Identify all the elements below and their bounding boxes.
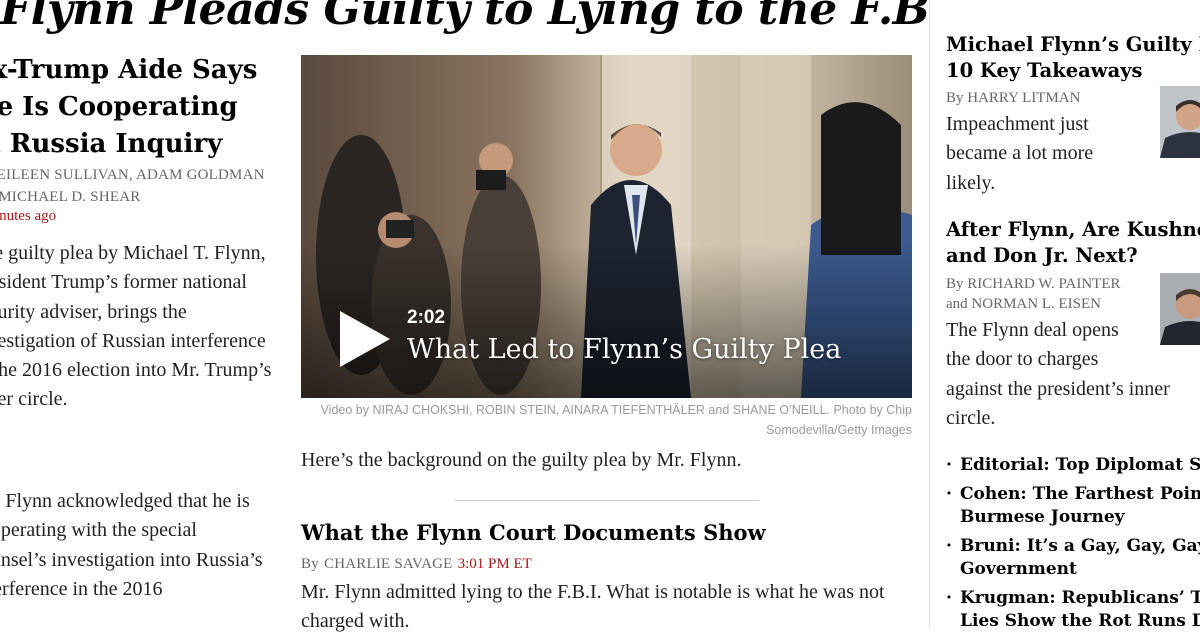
opinion-1-summary-line-3: likely. bbox=[946, 171, 996, 194]
video-title[interactable]: What Led to Flynn’s Guilty Plea bbox=[407, 334, 841, 365]
opinion-1-title-line-2: 10 Key Takeaways bbox=[946, 59, 1143, 82]
author-photo-painter[interactable] bbox=[1160, 273, 1200, 345]
subarticle-timestamp: 3:01 PM ET bbox=[457, 556, 532, 572]
opinion-1-title-line-1: Michael Flynn’s Guilty Plea: bbox=[946, 33, 1200, 56]
list-item[interactable]: · Krugman: Republicans’ Tax Lies Show th… bbox=[946, 587, 1200, 628]
lead-article-paragraph-2: Mr. Flynn acknowledged that he is cooper… bbox=[0, 490, 263, 600]
opinion-2-byline: By RICHARD W. PAINTER and NORMAN L. EISE… bbox=[946, 274, 1121, 314]
video-summary: Here’s the background on the guilty plea… bbox=[301, 449, 742, 471]
opinion-2-title[interactable]: After Flynn, Are Kushner and Don Jr. Nex… bbox=[946, 217, 1200, 269]
list-item-line-2: Lies Show the Rot Runs Deep bbox=[960, 611, 1200, 628]
list-item[interactable]: · Cohen: The Farthest Point of a Burmese… bbox=[946, 483, 1200, 529]
opinion-2-author-1: RICHARD W. PAINTER bbox=[967, 276, 1121, 292]
lead-article-timestamp: 7 minutes ago bbox=[0, 208, 57, 224]
byline-and: and bbox=[946, 296, 968, 312]
author-photo-litman[interactable] bbox=[1160, 86, 1200, 158]
opinion-2-summary-line-1: The Flynn deal opens bbox=[946, 319, 1119, 341]
opinion-1-summary-line-1: Impeachment just bbox=[946, 113, 1089, 135]
byline-authors-2: MICHAEL D. SHEAR bbox=[0, 189, 141, 205]
list-item[interactable]: · Bruni: It’s a Gay, Gay, Gay Government bbox=[946, 535, 1200, 581]
lead-article-title[interactable]: Ex-Trump Aide Says He Is Cooperating in … bbox=[0, 52, 272, 163]
opinion-column: Michael Flynn’s Guilty Plea: 10 Key Take… bbox=[946, 0, 1200, 628]
opinion-1-summary: Impeachment just became a lot more likel… bbox=[946, 110, 1093, 198]
main-headline[interactable]: Flynn Pleads Guilty to Lying to the F.B.… bbox=[0, 0, 930, 35]
opinion-2-summary-line-4: circle. bbox=[946, 406, 996, 429]
byline-prefix: By bbox=[946, 276, 964, 292]
column-divider bbox=[929, 0, 930, 628]
list-item-line-1: Bruni: It’s a Gay, Gay, Gay bbox=[960, 536, 1200, 556]
bullet-icon: · bbox=[946, 455, 952, 475]
lead-article: Ex-Trump Aide Says He Is Cooperating in … bbox=[0, 52, 272, 628]
list-item-line-2: Government bbox=[960, 559, 1077, 579]
opinion-1-summary-line-2: became a lot more bbox=[946, 142, 1094, 165]
opinion-2-summary-line-3: against the president’s inner bbox=[946, 377, 1170, 400]
lead-article-paragraph-1: The guilty plea by Michael T. Flynn, Pre… bbox=[0, 242, 272, 411]
opinion-2-summary-line-2: the door to charges bbox=[946, 348, 1099, 371]
bullet-icon: · bbox=[946, 536, 952, 556]
opinion-2-title-line-2: and Don Jr. Next? bbox=[946, 244, 1138, 267]
subarticle-summary: Mr. Flynn admitted lying to the F.B.I. W… bbox=[301, 581, 885, 632]
opinion-2-title-line-1: After Flynn, Are Kushner bbox=[946, 218, 1200, 241]
list-item-line-1: Krugman: Republicans’ Tax bbox=[960, 588, 1200, 608]
bullet-icon: · bbox=[946, 588, 952, 608]
opinion-list: · Editorial: Top Diplomat Sounds · Cohen… bbox=[946, 454, 1200, 628]
bullet-icon: · bbox=[946, 484, 952, 504]
list-item-line-2: Burmese Journey bbox=[960, 507, 1125, 527]
section-divider bbox=[455, 500, 759, 501]
list-item[interactable]: · Editorial: Top Diplomat Sounds bbox=[946, 454, 1200, 477]
opinion-1-title[interactable]: Michael Flynn’s Guilty Plea: 10 Key Take… bbox=[946, 32, 1200, 84]
byline-prefix: By bbox=[946, 90, 964, 106]
lead-article-byline: By EILEEN SULLIVAN, ADAM GOLDMAN and MIC… bbox=[0, 164, 272, 225]
byline-authors-1: By EILEEN SULLIVAN, ADAM GOLDMAN bbox=[0, 167, 265, 183]
list-item-line-1: Cohen: The Farthest Point of a bbox=[960, 484, 1200, 504]
opinion-1-byline: By HARRY LITMAN bbox=[946, 88, 1080, 108]
subarticle-author: CHARLIE SAVAGE bbox=[324, 556, 453, 572]
list-item-line-1: Editorial: Top Diplomat Sounds bbox=[960, 455, 1200, 475]
opinion-2-summary: The Flynn deal opens the door to charges… bbox=[946, 316, 1170, 433]
video-duration: 2:02 bbox=[407, 307, 446, 328]
play-icon[interactable] bbox=[340, 311, 390, 367]
opinion-1-author: HARRY LITMAN bbox=[967, 90, 1081, 106]
subarticle-byline: By CHARLIE SAVAGE 3:01 PM ET bbox=[301, 553, 532, 573]
byline-prefix: By bbox=[301, 556, 319, 572]
video-credit: Video by NIRAJ CHOKSHI, ROBIN STEIN, AIN… bbox=[320, 403, 912, 437]
subarticle-title[interactable]: What the Flynn Court Documents Show bbox=[301, 520, 766, 545]
opinion-2-author-2: NORMAN L. EISEN bbox=[971, 296, 1102, 312]
